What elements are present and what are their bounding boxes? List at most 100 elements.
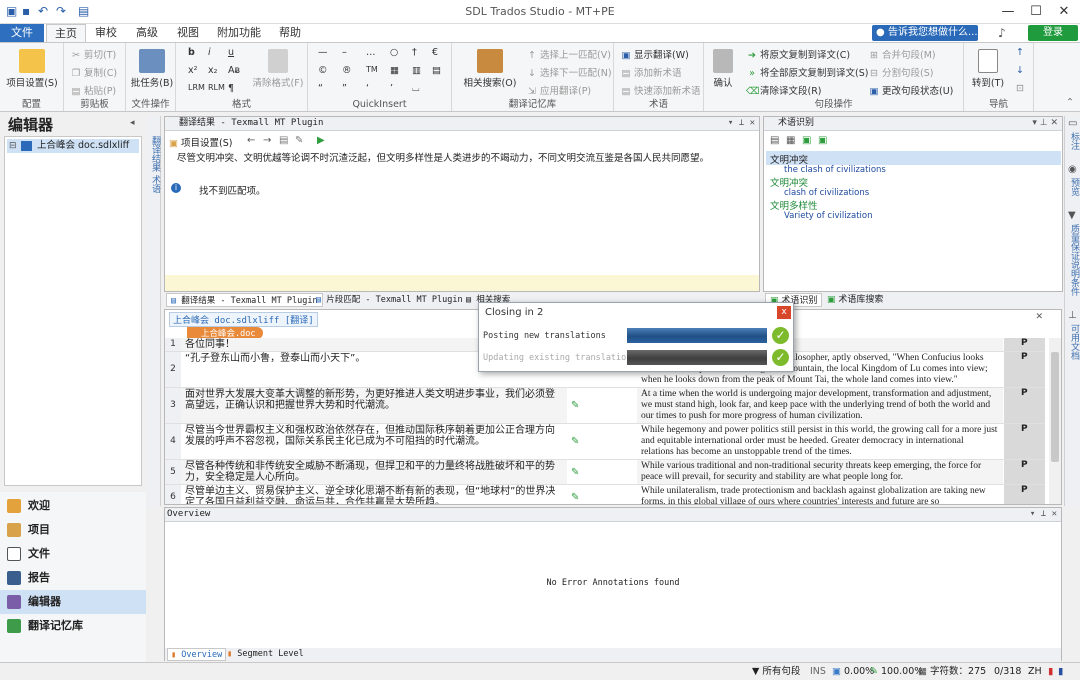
batch-tasks-button[interactable]: 批任务(B) xyxy=(128,49,176,89)
term-target[interactable]: clash of civilizations xyxy=(784,188,869,198)
tab-fragment[interactable]: ▤ 片段匹配 - Texmall MT Plugin xyxy=(316,293,463,307)
bold-icon[interactable]: b xyxy=(188,47,195,58)
apply-translation-button[interactable]: ⇲ 应用翻译(P) xyxy=(526,83,591,97)
quote-close-icon[interactable]: ” xyxy=(342,83,347,94)
tr-project-settings-button[interactable]: ▣ 项目设置(S) xyxy=(169,135,232,149)
nav-editor[interactable]: 编辑器 xyxy=(0,590,146,614)
target-cell[interactable]: While hegemony and power politics still … xyxy=(637,423,1003,460)
change-status-button[interactable]: ▣ 更改句段状态(U) xyxy=(868,83,954,97)
nav-down-icon[interactable]: ↓ xyxy=(1016,65,1024,76)
direction-icon[interactable]: ¶ xyxy=(228,83,234,94)
quick-add-term-button[interactable]: ▤ 快速添加新术语 xyxy=(620,83,701,97)
maximize-icon[interactable]: ☐ xyxy=(1022,2,1050,22)
target-cell[interactable]: At a time when the world is undergoing m… xyxy=(637,387,1003,424)
edit-icon[interactable]: ✎ xyxy=(295,135,303,146)
tab-termbase-search[interactable]: ▣ 术语库搜索 xyxy=(827,293,883,307)
table-row[interactable]: 5 尽管各种传统和非传统安全威胁不断涌现，但捍卫和平的力量终将战胜破坏和平的势力，… xyxy=(165,459,1045,485)
source-cell[interactable]: 尽管单边主义、贸易保护主义、逆全球化思潮不断有新的表现，但“地球村”的世界决定了… xyxy=(181,484,567,504)
box2-icon[interactable]: ▥ xyxy=(412,65,421,76)
side-tab-qa[interactable]: 质量保证说明条件 xyxy=(1068,224,1080,296)
term-target[interactable]: the clash of civilizations xyxy=(784,165,886,175)
dialog-close-button[interactable]: x xyxy=(777,306,791,319)
target-cell[interactable]: While unilateralism, trade protectionism… xyxy=(637,484,1003,504)
cut-button[interactable]: ✂ 剪切(T) xyxy=(70,47,116,61)
tab-home[interactable]: 主页 xyxy=(46,24,86,42)
tab-file[interactable]: 文件 xyxy=(0,24,44,42)
smallcaps-icon[interactable]: Aᴃ xyxy=(228,65,240,76)
source-cell[interactable]: 尽管当今世界霸权主义和强权政治依然存在，但推动国际秩序朝着更加公正合理方向发展的… xyxy=(181,423,567,460)
side-tab-preview[interactable]: 预览 xyxy=(1068,178,1080,196)
space-icon[interactable]: ⌴ xyxy=(412,83,420,94)
expand-icon[interactable]: ⊟ xyxy=(9,139,17,153)
pane-controls-icon[interactable]: ▾ ⊥ ✕ xyxy=(1030,508,1057,521)
table-row[interactable]: 4 尽管当今世界霸权主义和强权政治依然存在，但推动国际秩序朝着更加公正合理方向发展… xyxy=(165,423,1045,460)
side-tab-comments[interactable]: 标注 xyxy=(1068,132,1080,150)
term-toolbar-icon-1[interactable]: ▤ xyxy=(770,135,779,146)
dash-short-icon[interactable]: – xyxy=(342,47,347,58)
italic-icon[interactable]: i xyxy=(208,47,211,58)
arrow-left-icon[interactable]: ← xyxy=(247,135,255,146)
nav-reports[interactable]: 报告 xyxy=(0,566,146,590)
dash-icon[interactable]: — xyxy=(318,47,328,58)
clear-format-button[interactable]: 清除格式(F) xyxy=(250,49,306,89)
term-source[interactable]: 文明多样性 xyxy=(770,198,818,212)
merge-segments-button[interactable]: ⊞ 合并句段(M) xyxy=(868,47,936,61)
copyright-icon[interactable]: © xyxy=(318,65,328,76)
show-translation-button[interactable]: ▣ 显示翻译(W) xyxy=(620,47,689,61)
term-toolbar-icon-4[interactable]: ▣ xyxy=(818,135,827,146)
trademark-icon[interactable]: TM xyxy=(366,65,378,74)
notification-icon[interactable]: ♪ xyxy=(998,26,1006,40)
squote-open-icon[interactable]: ‘ xyxy=(366,83,369,94)
close-icon[interactable]: ✕ xyxy=(1050,2,1078,22)
pane-controls-icon[interactable]: ▾ ⊥ ✕ xyxy=(728,117,755,130)
nav-welcome[interactable]: 欢迎 xyxy=(0,494,146,518)
next-match-button[interactable]: ↓ 选择下一匹配(N) xyxy=(526,65,612,79)
add-term-button[interactable]: ▤ 添加新术语 xyxy=(620,65,682,79)
table-row[interactable]: 6 尽管单边主义、贸易保护主义、逆全球化思潮不断有新的表现，但“地球村”的世界决定… xyxy=(165,484,1045,504)
euro-icon[interactable]: € xyxy=(432,47,438,58)
underline-icon[interactable]: u xyxy=(228,47,234,58)
circle-icon[interactable]: ○ xyxy=(390,47,398,58)
superscript-icon[interactable]: x² xyxy=(188,65,197,76)
related-search-button[interactable]: 相关搜索(O) xyxy=(456,49,524,89)
copy-button[interactable]: ❐ 复制(C) xyxy=(70,65,117,79)
box-icon[interactable]: ▦ xyxy=(390,65,399,76)
nav-up-icon[interactable]: ↑ xyxy=(1016,47,1024,58)
nav-files[interactable]: 文件 xyxy=(0,542,146,566)
side-tab-results[interactable]: 翻译结果 术语 xyxy=(149,136,162,193)
subscript-icon[interactable]: x₂ xyxy=(208,65,217,76)
minimize-icon[interactable]: — xyxy=(994,2,1022,22)
tab-advanced[interactable]: 高级 xyxy=(128,24,166,42)
document-tab[interactable]: 上合峰会 doc.sdlxliff [翻译] xyxy=(169,312,318,327)
tab-segment-level[interactable]: ▮ Segment Level xyxy=(227,648,304,661)
tab-help[interactable]: 帮助 xyxy=(272,24,308,42)
dagger-icon[interactable]: † xyxy=(412,47,417,58)
prev-match-button[interactable]: ↑ 选择上一匹配(V) xyxy=(526,47,611,61)
list-icon[interactable]: ▤ xyxy=(279,135,288,146)
tab-addins[interactable]: 附加功能 xyxy=(212,24,266,42)
tell-me-box[interactable]: ● 告诉我您想做什么... xyxy=(872,25,978,41)
term-source[interactable]: 文明冲突 xyxy=(770,175,808,189)
scrollbar-thumb[interactable] xyxy=(1051,352,1059,462)
nav-projects[interactable]: 项目 xyxy=(0,518,146,542)
ltr-icon[interactable]: LRM xyxy=(188,83,205,92)
filter-status[interactable]: ▼ 所有句段 xyxy=(752,663,800,680)
nav-tm[interactable]: 翻译记忆库 xyxy=(0,614,146,638)
paste-button[interactable]: ▤ 粘贴(P) xyxy=(70,83,117,97)
registered-icon[interactable]: ® xyxy=(342,65,352,76)
copy-all-source-button[interactable]: » 将全部原文复制到译文(S) xyxy=(746,65,868,79)
editor-close-icon[interactable]: ✕ xyxy=(1035,312,1043,322)
source-cell[interactable]: 尽管各种传统和非传统安全威胁不断涌现，但捍卫和平的力量终将战胜破坏和平的势力，安… xyxy=(181,459,567,485)
copy-source-button[interactable]: ➔ 将原文复制到译文(C) xyxy=(746,47,850,61)
goto-button[interactable]: 转到(T) xyxy=(966,49,1010,89)
play-icon[interactable]: ▶ xyxy=(317,135,325,146)
table-row[interactable]: 3 面对世界大发展大变革大调整的新形势，为更好推进人类文明进步事业，我们必须登高望… xyxy=(165,387,1045,424)
rtl-icon[interactable]: RLM xyxy=(208,83,225,92)
tab-overview[interactable]: ▮ Overview xyxy=(167,648,227,661)
file-tree-item[interactable]: ⊟ 上合峰会 doc.sdlxliff xyxy=(7,139,139,153)
term-toolbar-icon-2[interactable]: ▦ xyxy=(786,135,795,146)
target-cell[interactable]: While various traditional and non-tradit… xyxy=(637,459,1003,485)
box3-icon[interactable]: ▤ xyxy=(432,65,441,76)
pane-controls-icon[interactable]: ▾ ⊥ ✕ xyxy=(1032,117,1058,130)
side-tab-docs[interactable]: 可用文档 xyxy=(1068,324,1080,360)
